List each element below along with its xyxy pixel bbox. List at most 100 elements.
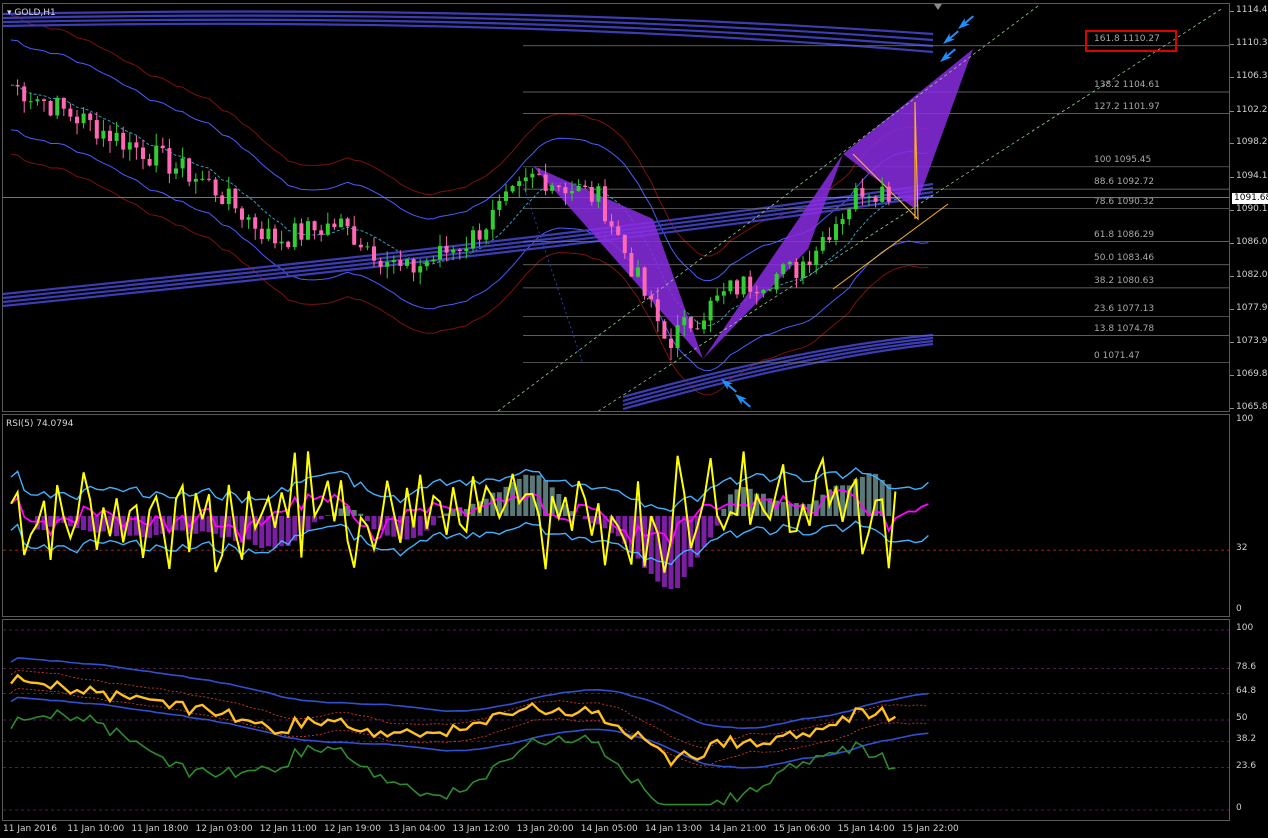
candle-bull [576, 185, 581, 192]
candle-bull [504, 191, 508, 201]
price-tick-label: 1086.00 [1236, 236, 1268, 247]
price-chart-pane[interactable]: ▾ GOLD,H1 [2, 3, 1230, 412]
time-axis[interactable]: 11 Jan 2016 11 Jan 10:00 11 Jan 18:00 12 Ja… [0, 820, 1268, 838]
candle-bull [497, 200, 502, 210]
candle-bull [127, 142, 132, 150]
osc-tick-label: 78.6 [1236, 661, 1257, 672]
candle-bear [886, 186, 891, 202]
candle-bear [748, 276, 753, 292]
candle-bear [121, 132, 126, 150]
time-tick-label: 14 Jan 21:00 [709, 824, 767, 834]
osc-tick-label: 0 [1236, 803, 1242, 813]
candle-bear [207, 178, 211, 180]
candle-bear [299, 223, 304, 240]
candle-bear [75, 116, 79, 124]
candle-bull [471, 230, 475, 249]
candle-bull [306, 221, 310, 240]
osc-red-dash-upper [10, 670, 929, 749]
candle-bear [42, 99, 46, 101]
arrow-shaft [946, 48, 956, 57]
candle-bull [451, 249, 456, 253]
rsi-hist-bar-neg [305, 516, 311, 532]
price-tick-label: 1065.80 [1236, 402, 1268, 412]
time-tick-label: 13 Jan 20:00 [516, 824, 574, 834]
candle-bear [94, 120, 99, 139]
candle-bear [457, 249, 462, 252]
fib-level-label: 138.2 1104.61 [1094, 79, 1160, 90]
candle-bear [220, 195, 225, 205]
rsi-tick-label: 32 [1236, 543, 1248, 554]
time-tick-label: 11 Jan 18:00 [131, 824, 189, 834]
candle-bear [319, 230, 324, 235]
candle-bull [708, 300, 713, 321]
candle-bull [385, 262, 390, 267]
time-tick-label: 13 Jan 12:00 [452, 824, 510, 834]
candle-bear [556, 185, 561, 188]
oscillator-pane[interactable] [2, 619, 1230, 821]
candle-bear [444, 245, 449, 253]
candle-bear [108, 130, 112, 141]
fib-level-label: 50.0 1083.46 [1094, 252, 1155, 263]
candle-bull [292, 223, 297, 248]
candle-bull [596, 186, 601, 202]
candle-bear [259, 228, 264, 240]
candle-bear [358, 244, 363, 248]
fib-level-label: 88.6 1092.72 [1094, 177, 1155, 188]
candle-bear [563, 187, 568, 194]
candle-bull [820, 237, 825, 251]
candle-bull [180, 158, 185, 169]
rsi-hist-bar-neg [371, 516, 377, 530]
candle-bull [510, 185, 515, 192]
candle-bull [523, 177, 528, 182]
candle-bear [378, 260, 383, 267]
time-tick-label: 13 Jan 04:00 [388, 824, 446, 834]
price-tick [1230, 341, 1234, 343]
candle-bear [649, 295, 654, 300]
price-axis[interactable]: 1114.40 1110.30 1106.30 1102.20 1098.20 1094.… [1230, 3, 1268, 412]
candle-bear [48, 100, 53, 116]
candle-bear [332, 223, 337, 228]
candle-bull [550, 185, 555, 191]
channel-band-bottom [622, 342, 934, 411]
osc-tick-label: 50 [1236, 713, 1248, 723]
rsi-hist-bar-neg [661, 516, 667, 588]
candle-bear [22, 86, 27, 102]
fib-level-label: 0 1071.47 [1094, 350, 1140, 361]
candle-bear [860, 188, 865, 197]
candle-bull [715, 295, 720, 301]
price-tick [1230, 110, 1234, 112]
candle-bull [814, 250, 819, 265]
candle-bull [721, 291, 726, 296]
chart-symbol-title[interactable]: ▾ GOLD,H1 [7, 8, 56, 18]
candle-bull [834, 224, 838, 240]
candle-bull [801, 261, 805, 279]
candle-bear [794, 261, 799, 279]
price-tick-label: 1098.20 [1236, 137, 1268, 148]
signal-arrow-icon [943, 30, 959, 44]
candle-bear [160, 145, 165, 149]
candle-bear [543, 174, 548, 191]
time-tick-label: 11 Jan 2016 [3, 824, 57, 834]
candle-bull [365, 246, 370, 248]
candle-bear [589, 187, 594, 202]
price-tick [1230, 275, 1234, 277]
candle-bear [411, 259, 416, 273]
rsi-title: RSI(5) 74.0794 [6, 419, 74, 429]
rsi-hist-bar-neg [318, 516, 324, 520]
rsi-pane[interactable]: RSI(5) 74.0794 [2, 414, 1230, 617]
osc-tick-label: 38.2 [1236, 734, 1257, 745]
candle-bull [339, 218, 343, 228]
candle-bear [807, 261, 812, 265]
rsi-hist-bar-neg [81, 516, 87, 531]
candle-bear [61, 97, 66, 109]
candle-bull [431, 259, 436, 262]
time-tick-label: 15 Jan 06:00 [773, 824, 831, 834]
candle-bull [193, 178, 198, 182]
chevron-down-icon[interactable]: ▾ [7, 8, 12, 18]
candle-bear [240, 208, 244, 220]
candle-bear [583, 185, 588, 188]
candle-bull [636, 267, 640, 277]
rsi-hist-bar-neg [437, 516, 443, 518]
time-tick-label: 15 Jan 14:00 [837, 824, 895, 834]
candle-bear [616, 226, 621, 235]
